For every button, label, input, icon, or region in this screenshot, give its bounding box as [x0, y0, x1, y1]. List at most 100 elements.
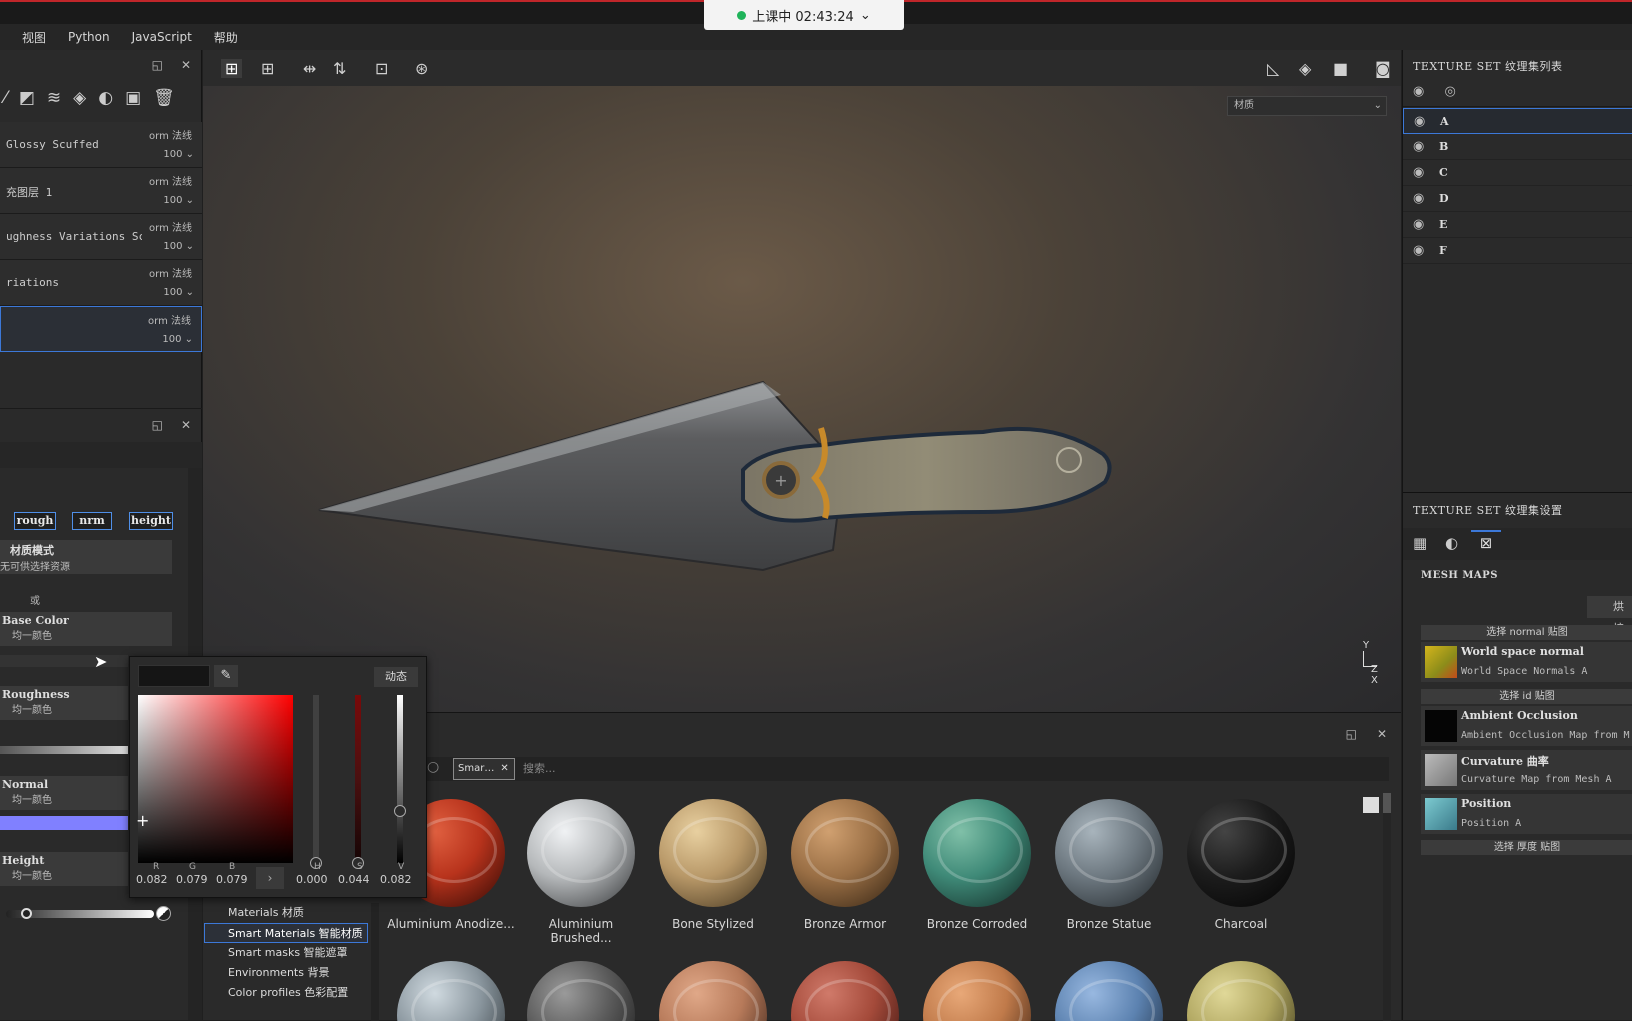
- roughness-block[interactable]: Roughness 均一颜色: [0, 686, 128, 720]
- material-thumbnail[interactable]: [1187, 961, 1295, 1021]
- channel-nrm-button[interactable]: nrm: [72, 512, 112, 530]
- layer-blend[interactable]: orm 法线: [149, 219, 192, 234]
- value-slider[interactable]: [397, 695, 403, 863]
- material-item[interactable]: Bronze Statue: [1045, 799, 1173, 931]
- material-thumbnail[interactable]: [791, 961, 899, 1021]
- category-smart-masks[interactable]: Smart masks 智能遮罩: [203, 943, 368, 963]
- base-color-swatch[interactable]: [0, 655, 128, 667]
- eyedropper-icon[interactable]: ✎: [214, 665, 238, 687]
- layer-item[interactable]: 充图层 1 orm 法线 100 ⌄: [0, 168, 202, 214]
- filter-chip[interactable]: Smar… ✕: [453, 758, 515, 780]
- close-icon[interactable]: ✕: [181, 418, 191, 432]
- g-value[interactable]: 0.079: [176, 873, 208, 886]
- layer-opacity[interactable]: 100 ⌄: [163, 149, 194, 160]
- texture-set-item-d[interactable]: ◉ D: [1403, 186, 1632, 212]
- eye-icon[interactable]: ◉: [1413, 139, 1424, 154]
- material-thumbnail[interactable]: [527, 961, 635, 1021]
- material-thumbnail[interactable]: [1055, 961, 1163, 1021]
- mesh-map-ambient-occlusion[interactable]: Ambient Occlusion Ambient Occlusion Map …: [1421, 706, 1632, 746]
- height-block[interactable]: Height 均一颜色: [0, 852, 128, 886]
- material-mode-block[interactable]: 材质模式 无可供选择资源: [0, 540, 172, 574]
- menu-view[interactable]: 视图: [22, 29, 46, 46]
- eye-icon[interactable]: ◉: [1413, 191, 1424, 206]
- mesh-map-world-space-normal[interactable]: World space normal World Space Normals A: [1421, 642, 1632, 682]
- height-slider-handle[interactable]: [21, 908, 32, 919]
- eye-icon[interactable]: ◉: [1413, 165, 1424, 180]
- eye-solo-icon[interactable]: ◎: [1444, 84, 1455, 99]
- mesh-map-position[interactable]: Position Position A: [1421, 794, 1632, 834]
- base-color-block[interactable]: Base Color 均一颜色: [0, 612, 172, 646]
- b-value[interactable]: 0.079: [216, 873, 248, 886]
- texture-set-item-a[interactable]: ◉ A: [1403, 108, 1632, 134]
- recording-badge[interactable]: 上课中 02:43:24 ⌄: [704, 0, 904, 30]
- channel-rough-button[interactable]: rough: [14, 512, 56, 530]
- layer-item[interactable]: ughness Variations Sc… orm 法线 100 ⌄: [0, 214, 202, 260]
- category-color-profiles[interactable]: Color profiles 色彩配置: [203, 983, 368, 1003]
- add-effect-icon[interactable]: ◐: [98, 88, 113, 108]
- float-window-icon[interactable]: ◱: [152, 58, 163, 72]
- close-icon[interactable]: ✕: [181, 58, 191, 72]
- normal-block[interactable]: Normal 均一颜色: [0, 776, 128, 810]
- layer-blend[interactable]: orm 法线: [149, 265, 192, 280]
- material-item[interactable]: Charcoal: [1177, 799, 1305, 931]
- h-value[interactable]: 0.000: [296, 873, 328, 886]
- eye-toggle-icon[interactable]: ◉: [1413, 84, 1424, 99]
- category-materials[interactable]: Materials 材质: [203, 903, 368, 923]
- sv-cursor[interactable]: +: [136, 811, 149, 830]
- category-smart-materials[interactable]: Smart Materials 智能材质: [204, 923, 368, 943]
- value-slider-handle[interactable]: [394, 805, 406, 817]
- layer-opacity[interactable]: 100 ⌄: [163, 287, 194, 298]
- close-icon[interactable]: ✕: [1377, 727, 1387, 741]
- channel-height-button[interactable]: height: [129, 512, 173, 530]
- material-item[interactable]: Bone Stylized: [649, 799, 777, 931]
- shelf-scrollbar[interactable]: [1383, 793, 1391, 1021]
- menu-help[interactable]: 帮助: [214, 29, 238, 46]
- categories-scrollbar[interactable]: [371, 903, 379, 1021]
- viewport-3d[interactable]: ⊞ ⊞ ⇹ ⇅ ⊡ ⊛ ◺ ◈ ■ ◙ 材质 ⌄ + Y Z X: [203, 50, 1401, 712]
- texture-set-item-b[interactable]: ◉ B: [1403, 134, 1632, 160]
- filter-toggle-icon[interactable]: ○: [427, 759, 439, 775]
- select-thickness-map-section[interactable]: 选择 厚度 贴图: [1421, 840, 1632, 855]
- saturation-value-area[interactable]: [138, 695, 293, 863]
- mesh-maps-tab-icon[interactable]: ⊠: [1471, 530, 1501, 558]
- eye-icon[interactable]: ◉: [1413, 217, 1424, 232]
- dynamic-mode-button[interactable]: 动态: [374, 667, 418, 687]
- chevron-right-icon[interactable]: ›: [256, 867, 284, 889]
- height-dynamic-toggle[interactable]: [156, 906, 171, 921]
- layer-opacity[interactable]: 100 ⌄: [162, 334, 193, 345]
- normal-swatch[interactable]: [0, 816, 128, 830]
- mesh-map-curvature[interactable]: Curvature 曲率 Curvature Map from Mesh A: [1421, 750, 1632, 790]
- menu-javascript[interactable]: JavaScript: [132, 30, 192, 44]
- select-id-map-section[interactable]: 选择 id 贴图: [1421, 689, 1632, 704]
- layer-item-selected[interactable]: orm 法线 100 ⌄: [0, 306, 202, 352]
- add-layer-icon[interactable]: ≋: [47, 88, 61, 108]
- wand-icon[interactable]: ⁄: [4, 88, 7, 108]
- layer-opacity[interactable]: 100 ⌄: [163, 241, 194, 252]
- material-item[interactable]: Bronze Armor: [781, 799, 909, 931]
- layer-blend[interactable]: orm 法线: [149, 173, 192, 188]
- layer-opacity[interactable]: 100 ⌄: [163, 195, 194, 206]
- r-value[interactable]: 0.082: [136, 873, 168, 886]
- layer-item[interactable]: riations orm 法线 100 ⌄: [0, 260, 202, 306]
- float-window-icon[interactable]: ◱: [152, 418, 163, 432]
- delete-icon[interactable]: 🗑: [153, 88, 175, 108]
- add-mask-icon[interactable]: ◩: [19, 88, 35, 108]
- fill-layer-icon[interactable]: ◈: [73, 88, 86, 108]
- layer-blend[interactable]: orm 法线: [148, 312, 191, 327]
- view-mode-icon[interactable]: [1363, 797, 1379, 813]
- search-input[interactable]: 搜索...: [523, 760, 556, 776]
- eye-icon[interactable]: ◉: [1413, 243, 1424, 258]
- texture-set-item-f[interactable]: ◉ F: [1403, 238, 1632, 264]
- layer-item[interactable]: Glossy Scuffed orm 法线 100 ⌄: [0, 122, 202, 168]
- select-normal-map-section[interactable]: 选择 normal 贴图: [1421, 625, 1632, 640]
- shader-tab-icon[interactable]: ◐: [1445, 534, 1458, 552]
- material-thumbnail[interactable]: [397, 961, 505, 1021]
- bake-button[interactable]: 烘焙: [1587, 596, 1632, 635]
- roughness-swatch[interactable]: [0, 746, 128, 754]
- texture-set-item-c[interactable]: ◉ C: [1403, 160, 1632, 186]
- saturation-slider[interactable]: [355, 695, 361, 863]
- eye-icon[interactable]: ◉: [1414, 114, 1425, 129]
- material-item[interactable]: Bronze Corroded: [913, 799, 1041, 931]
- material-thumbnail[interactable]: [923, 961, 1031, 1021]
- hue-slider[interactable]: [313, 695, 319, 863]
